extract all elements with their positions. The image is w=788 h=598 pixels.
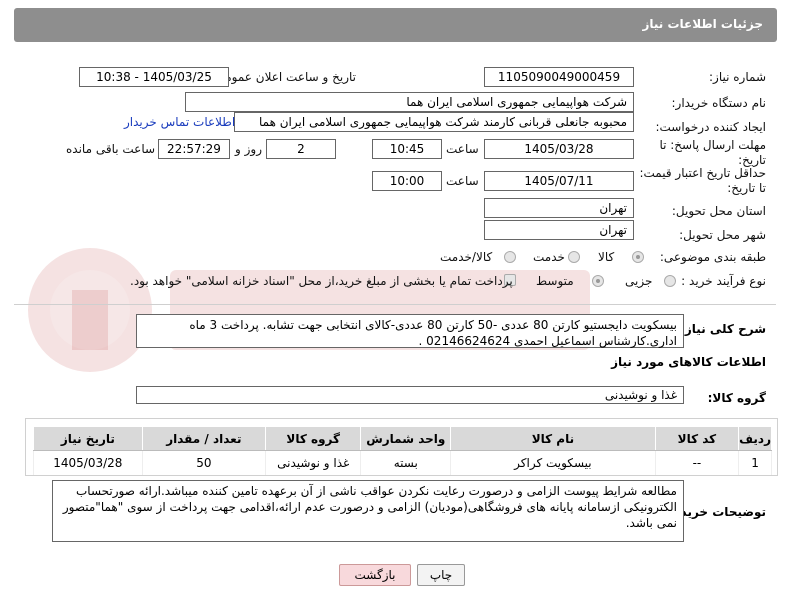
col-group: گروه کالا — [264, 426, 362, 451]
buyer-notes-text: مطالعه شرایط پیوست الزامی و درصورت رعایت… — [62, 484, 677, 530]
validity-date-field: 1405/07/11 — [484, 171, 634, 191]
buyer-notes-field[interactable]: مطالعه شرایط پیوست الزامی و درصورت رعایت… — [52, 480, 684, 542]
col-name: نام کالا — [450, 426, 656, 451]
col-row: ردیف — [738, 426, 772, 451]
goods-group-field: غذا و نوشیدنی — [136, 386, 684, 404]
buyer-contact-link[interactable]: اطلاعات تماس خریدار — [124, 115, 235, 129]
days-remaining-field: 2 — [266, 139, 336, 159]
announce-date-label: تاریخ و ساعت اعلان عمومی: — [211, 70, 356, 84]
category-option-service: خدمت — [533, 250, 565, 264]
category-radio-service[interactable] — [568, 251, 580, 263]
city-field: تهران — [484, 220, 634, 240]
divider — [14, 304, 776, 305]
goods-group-label: گروه کالا: — [707, 391, 766, 405]
creator-label: ایجاد کننده درخواست: — [655, 120, 766, 134]
deadline-time-label: ساعت — [446, 142, 479, 156]
cell-group: غذا و نوشیدنی — [264, 450, 362, 475]
creator-field: محبوبه جانعلی قربانی کارمند شرکت هواپیما… — [234, 112, 634, 132]
goods-section-title: اطلاعات کالاهای مورد نیاز — [611, 355, 766, 369]
announce-date-field: 1405/03/25 - 10:38 — [79, 67, 229, 87]
buyer-field: شرکت هواپیمایی جمهوری اسلامی ایران هما — [185, 92, 634, 112]
page-header: جزئیات اطلاعات نیاز — [14, 8, 777, 42]
description-text: بیسکویت دایجستیو کارتن 80 عددی -50 کارتن… — [189, 318, 677, 348]
cell-row: 1 — [738, 450, 772, 475]
process-option-minor: جزیی — [625, 274, 653, 288]
col-quantity: تعداد / مقدار — [141, 426, 266, 451]
city-label: شهر محل تحویل: — [679, 228, 766, 242]
category-label: طبقه بندی موضوعی: — [659, 250, 766, 264]
description-field[interactable]: بیسکویت دایجستیو کارتن 80 عددی -50 کارتن… — [136, 314, 684, 348]
deadline-date-field: 1405/03/28 — [484, 139, 634, 159]
need-number-label: شماره نیاز: — [709, 70, 766, 84]
back-button[interactable]: بازگشت — [339, 564, 411, 586]
cell-quantity: 50 — [141, 450, 266, 475]
process-option-medium: متوسط — [536, 274, 574, 288]
cell-code: -- — [654, 450, 740, 475]
page-title: جزئیات اطلاعات نیاز — [642, 17, 763, 31]
col-code: کد کالا — [654, 426, 740, 451]
table-row: 1 -- بیسکویت کراکر بسته غذا و نوشیدنی 50… — [33, 450, 772, 475]
deadline-time-field: 10:45 — [372, 139, 442, 159]
buyer-label: نام دستگاه خریدار: — [671, 96, 767, 110]
province-label: استان محل تحویل: — [671, 204, 766, 218]
days-label: روز و — [235, 142, 262, 156]
process-type-label: نوع فرآیند خرید : — [681, 274, 766, 288]
category-radio-goods[interactable] — [632, 251, 644, 263]
cell-unit: بسته — [360, 450, 452, 475]
category-radio-goods-service[interactable] — [504, 251, 516, 263]
remaining-time-label: ساعت باقی مانده — [66, 142, 156, 156]
cell-name: بیسکویت کراکر — [450, 450, 656, 475]
need-number-field: 1105090049000459 — [484, 67, 634, 87]
col-unit: واحد شمارش — [360, 426, 452, 451]
cell-date: 1405/03/28 — [33, 450, 143, 475]
province-field: تهران — [484, 198, 634, 218]
deadline-label: مهلت ارسال پاسخ: تا تاریخ: — [659, 138, 766, 167]
treasury-payment-note: پرداخت تمام یا بخشی از مبلغ خرید،از محل … — [130, 274, 513, 288]
category-option-goods-service: کالا/خدمت — [440, 250, 493, 264]
process-radio-minor[interactable] — [664, 275, 676, 287]
validity-time-field: 10:00 — [372, 171, 442, 191]
remaining-time-field: 22:57:29 — [158, 139, 230, 159]
category-option-goods: کالا — [598, 250, 615, 264]
print-button[interactable]: چاپ — [417, 564, 465, 586]
description-label: شرح کلی نیاز: — [680, 322, 766, 336]
validity-time-label: ساعت — [446, 174, 479, 188]
process-radio-medium[interactable] — [592, 275, 604, 287]
price-validity-label: حداقل تاریخ اعتبار قیمت: تا تاریخ: — [639, 166, 766, 195]
goods-table: ردیف کد کالا نام کالا واحد شمارش گروه کا… — [33, 426, 772, 475]
col-date: تاریخ نیاز — [33, 426, 143, 451]
